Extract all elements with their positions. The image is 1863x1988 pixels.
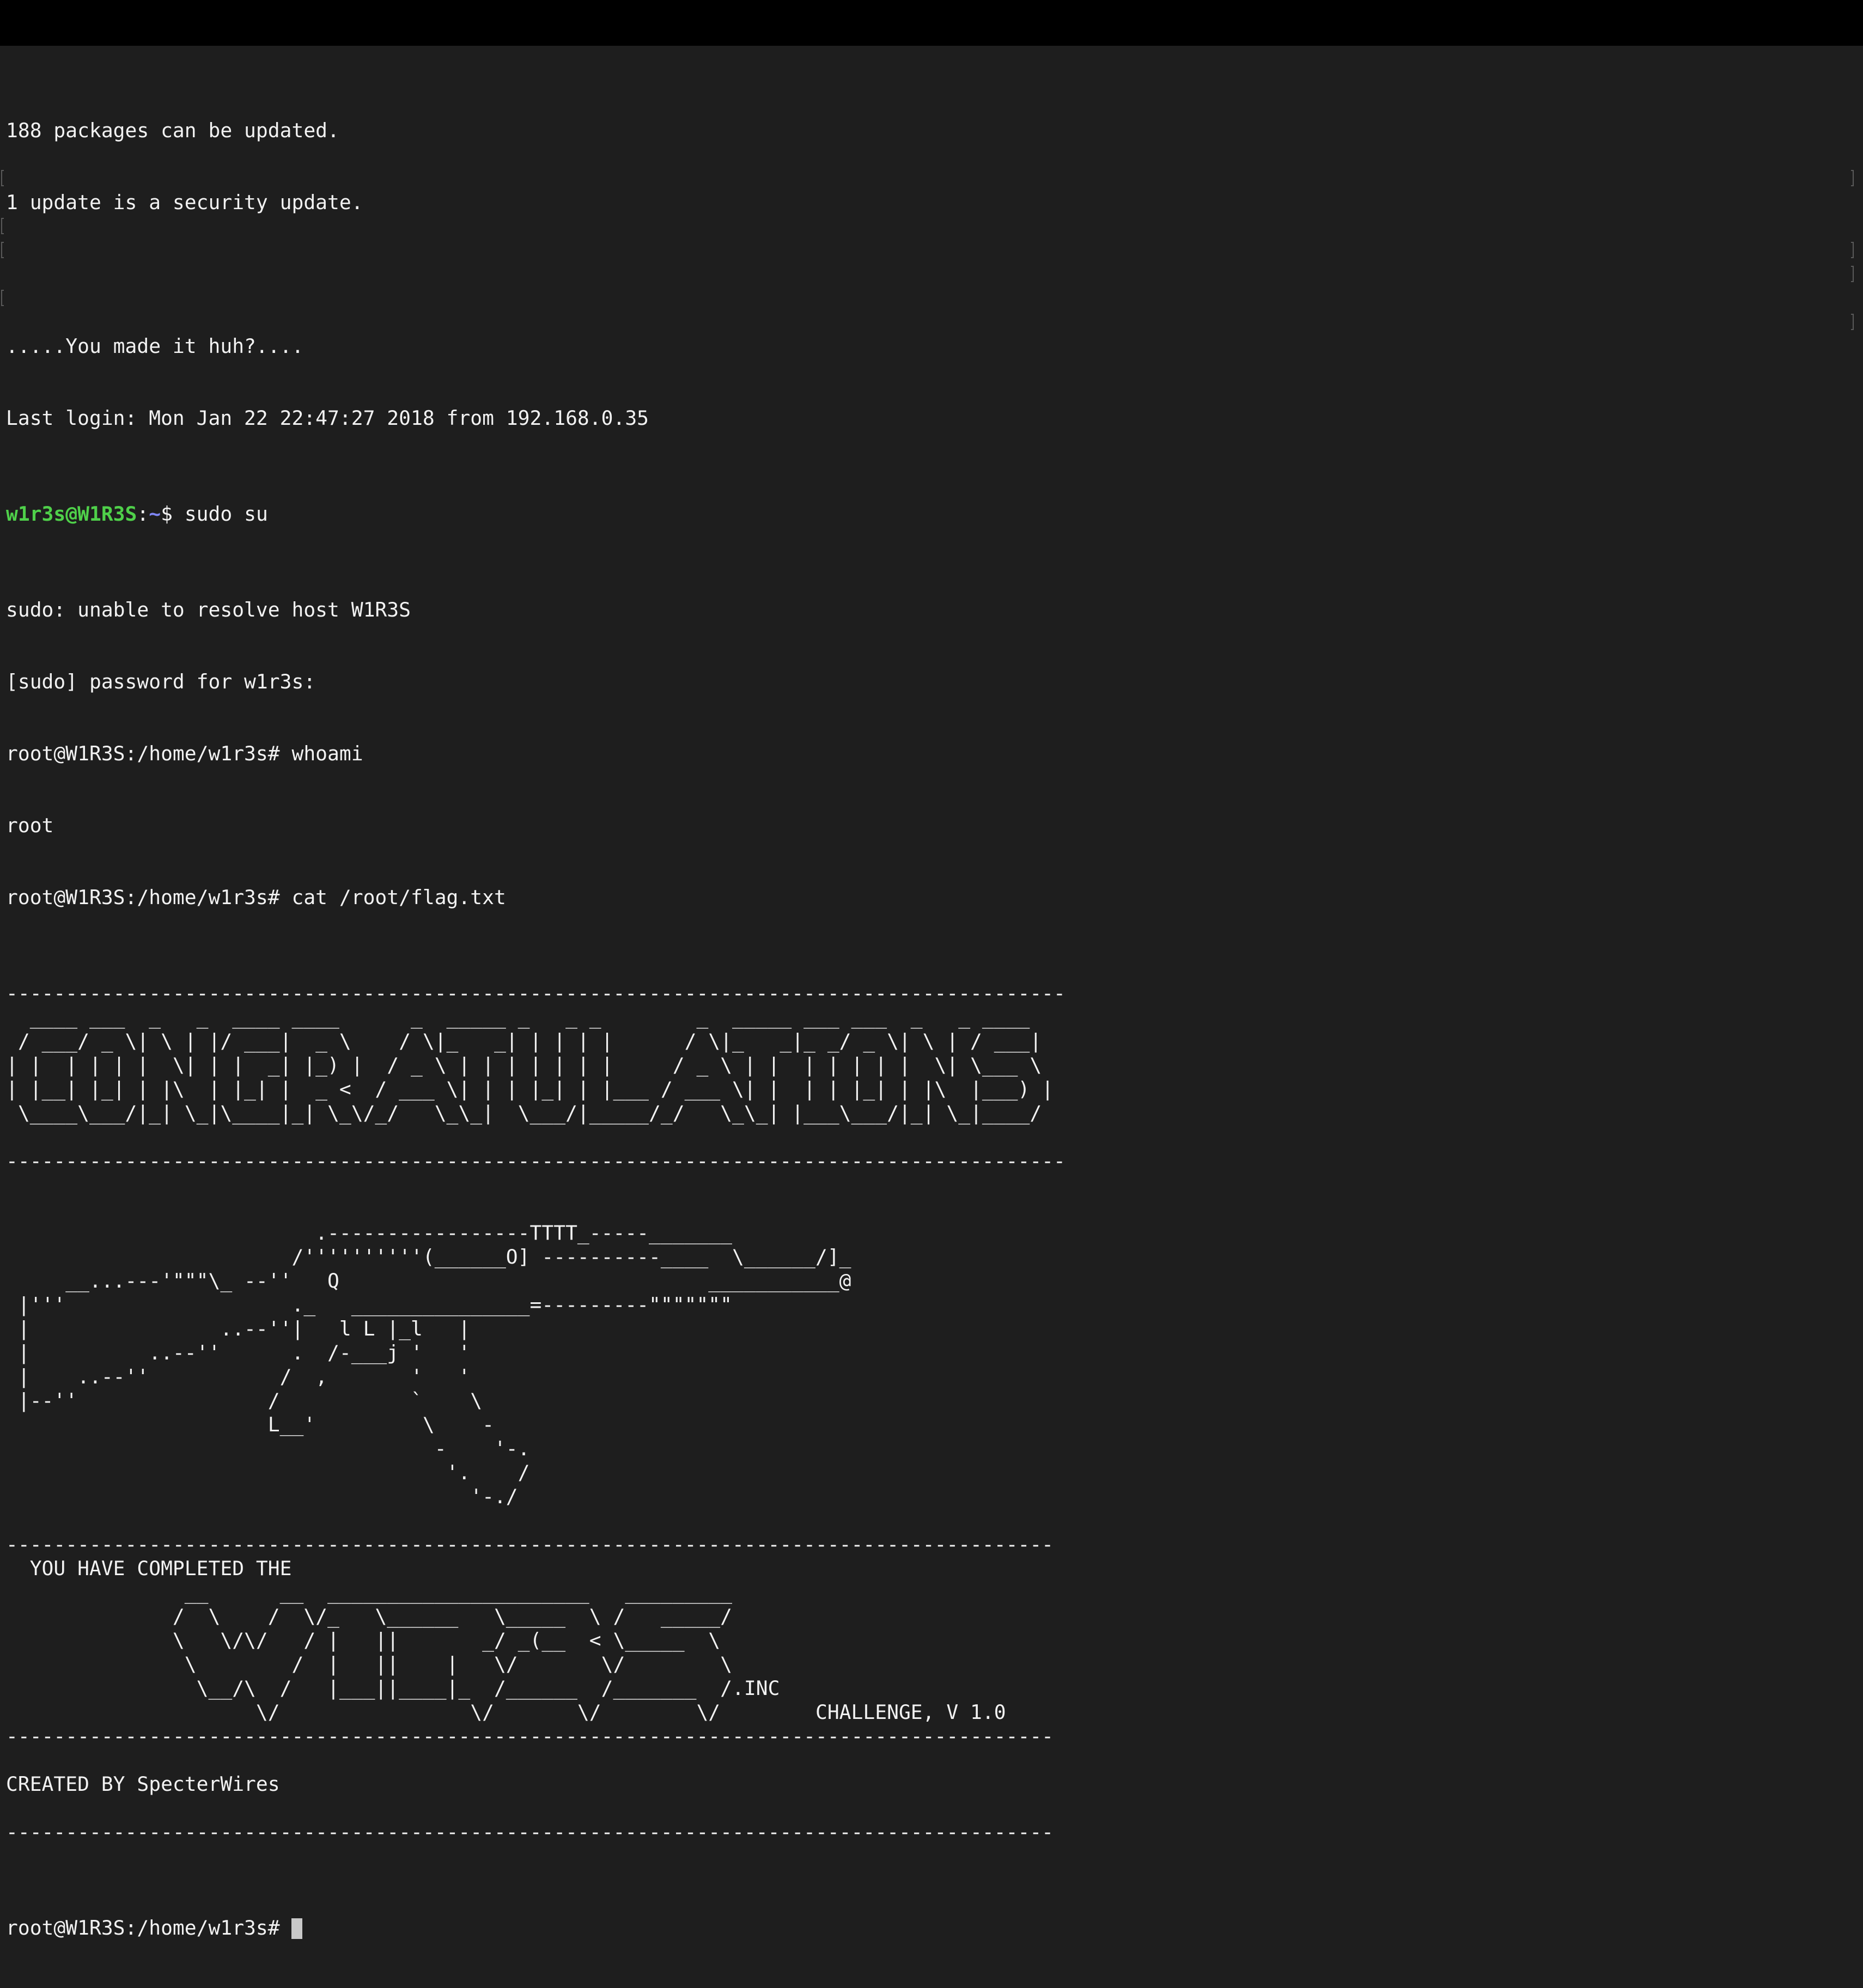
flag-line: | ..--'' . /-___j ' ' xyxy=(6,1341,471,1364)
flag-line: ----------------------------------------… xyxy=(6,1724,1054,1748)
flag-line xyxy=(6,1509,1066,1533)
line-marker xyxy=(1851,170,1854,186)
output-line: [sudo] password for w1r3s: xyxy=(6,670,316,693)
flag-line: ----------------------------------------… xyxy=(6,1820,1054,1844)
motd-line: 1 update is a security update. xyxy=(6,191,363,214)
prompt-command: sudo su xyxy=(184,502,268,526)
motd-line: 188 packages can be updated. xyxy=(6,119,339,142)
prompt-colon: : xyxy=(137,502,149,526)
prompt-user-host: w1r3s@W1R3S xyxy=(6,502,137,526)
flag-line: |''' ._ _______________=---------""""""" xyxy=(6,1293,733,1316)
flag-line xyxy=(6,1197,1066,1221)
text-cursor[interactable] xyxy=(291,1918,303,1939)
flag-line: '. / xyxy=(6,1461,530,1484)
motd-line xyxy=(6,263,1066,286)
flag-line: / \ / \/_ \______ \_____ \ / _____/ xyxy=(6,1605,733,1628)
flag-line: \ / | || | \/ \/ \ xyxy=(6,1652,733,1676)
active-prompt-line[interactable]: root@W1R3S:/home/w1r3s# xyxy=(6,1916,1066,1940)
flag-line: \__/\ / |___||____|_ /______ /_______ /.… xyxy=(6,1676,780,1700)
flag-line: '-./ xyxy=(6,1485,518,1508)
flag-line: | ..--''| l L |_l | xyxy=(6,1317,471,1340)
output-line: sudo: unable to resolve host W1R3S xyxy=(6,598,411,621)
flag-line: \/ \/ \/ \/ CHALLENGE, V 1.0 xyxy=(6,1700,1006,1724)
prompt-symbol: $ xyxy=(161,502,185,526)
line-marker xyxy=(1,218,4,234)
line-marker xyxy=(1851,266,1854,282)
line-marker xyxy=(1,170,4,186)
user-prompt-line: w1r3s@W1R3S:~$ sudo su xyxy=(6,502,1066,526)
line-marker xyxy=(1851,314,1854,330)
flag-line: YOU HAVE COMPLETED THE xyxy=(6,1557,292,1580)
line-marker xyxy=(1,290,4,306)
terminal-output: 188 packages can be updated. 1 update is… xyxy=(6,71,1066,1988)
flag-line: \ \/\/ / | || _/ _(__ < \_____ \ xyxy=(6,1629,721,1652)
flag-line xyxy=(6,1125,1066,1149)
flag-line: ----------------------------------------… xyxy=(6,981,1066,1005)
flag-line: __ __ ______________________ _________ xyxy=(6,1581,733,1604)
flag-line: |--'' / ` \ xyxy=(6,1389,483,1412)
flag-line: ____ ___ _ _ ____ ____ _ _____ _ _ _ _ _… xyxy=(6,1005,1054,1029)
flag-line: __...---'"""\_ --'' Q ___________@ xyxy=(6,1269,851,1292)
output-line: root xyxy=(6,814,54,837)
root-prompt-line: root@W1R3S:/home/w1r3s# cat /root/flag.t… xyxy=(6,886,506,909)
prompt-text: root@W1R3S:/home/w1r3s# xyxy=(6,1916,292,1940)
flag-line: / ___/ _ \| \ | |/ ___| _ \ / \|_ _| | |… xyxy=(6,1029,1054,1053)
terminal-window[interactable]: 188 packages can be updated. 1 update is… xyxy=(0,46,1863,1940)
flag-line xyxy=(6,1748,1066,1772)
flag-line: | ..--'' / , ' ' xyxy=(6,1365,471,1388)
flag-line: ----------------------------------------… xyxy=(6,1149,1066,1173)
flag-line: \____\___/|_| \_|\____|_| \_\/_/ \_\_| \… xyxy=(6,1101,1054,1125)
prompt-path: ~ xyxy=(149,502,161,526)
window-titlebar[interactable] xyxy=(0,0,1863,46)
flag-line: ----------------------------------------… xyxy=(6,1533,1054,1556)
flag-line: | | | | | | \| | | _| |_) | / _ \ | | | … xyxy=(6,1053,1054,1077)
flag-line xyxy=(6,1173,1066,1197)
flag-ascii-art: ----------------------------------------… xyxy=(6,981,1066,1844)
motd-line: .....You made it huh?.... xyxy=(6,334,304,358)
flag-line: L__' \ - xyxy=(6,1413,494,1436)
last-login-line: Last login: Mon Jan 22 22:47:27 2018 fro… xyxy=(6,406,649,430)
line-marker xyxy=(1,242,4,258)
line-marker xyxy=(1851,242,1854,258)
root-prompt-line: root@W1R3S:/home/w1r3s# whoami xyxy=(6,742,363,765)
flag-line: | |__| |_| | |\ | |_| | _ < / ___ \| | |… xyxy=(6,1077,1054,1101)
flag-line: - '-. xyxy=(6,1437,530,1460)
flag-line: .-----------------TTTT_-----_______ xyxy=(6,1221,733,1245)
flag-line xyxy=(6,1796,1066,1820)
flag-line: /''''''''''(______O] ----------____ \___… xyxy=(6,1245,851,1269)
flag-line: CREATED BY SpecterWires xyxy=(6,1772,280,1796)
